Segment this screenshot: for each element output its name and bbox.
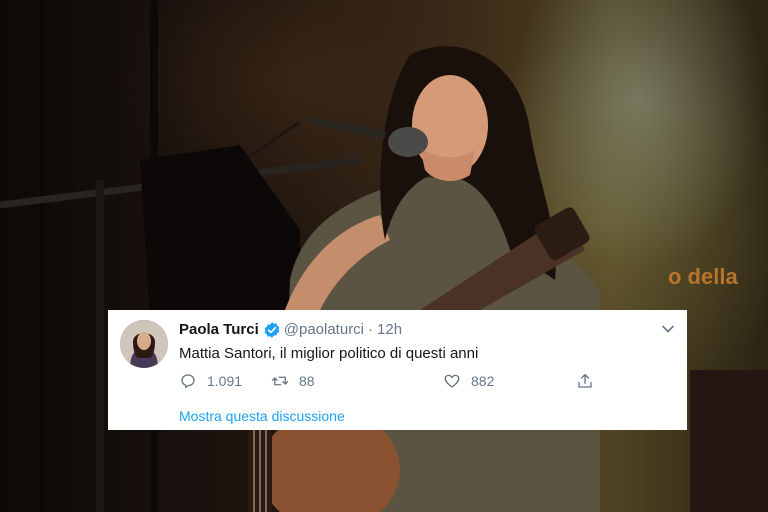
concert-scene <box>0 0 768 512</box>
retweet-count: 88 <box>299 373 315 389</box>
display-name[interactable]: Paola Turci <box>179 321 259 339</box>
chevron-down-icon[interactable] <box>661 322 675 336</box>
speech-bubble-icon <box>181 374 195 389</box>
tweet-card[interactable]: Paola Turci @paolaturci · 12h Mattia San… <box>108 310 687 430</box>
like-button[interactable]: 882 <box>443 372 494 390</box>
heart-icon <box>444 374 460 388</box>
share-arrow-icon <box>578 373 592 388</box>
like-count: 882 <box>471 373 495 389</box>
tweet-text: Mattia Santori, il miglior politico di q… <box>179 345 479 362</box>
reply-count: 1.091 <box>207 373 243 389</box>
background-banner-text: o della <box>668 264 738 289</box>
tweet-actions: 1.091 88 882 <box>179 372 599 394</box>
share-button[interactable] <box>576 372 604 390</box>
retweet-arrows-icon <box>271 376 289 386</box>
avatar-image <box>120 320 168 368</box>
retweet-button[interactable]: 88 <box>271 372 315 390</box>
user-handle[interactable]: @paolaturci <box>284 321 364 339</box>
tweet-header: Paola Turci @paolaturci · 12h <box>179 321 402 339</box>
verified-badge-icon <box>264 322 280 338</box>
show-thread-link[interactable]: Mostra questa discussione <box>179 408 345 424</box>
tweet-time[interactable]: 12h <box>377 321 402 339</box>
reply-button[interactable]: 1.091 <box>179 372 242 390</box>
avatar[interactable] <box>120 320 168 368</box>
header-separator: · <box>368 321 374 338</box>
